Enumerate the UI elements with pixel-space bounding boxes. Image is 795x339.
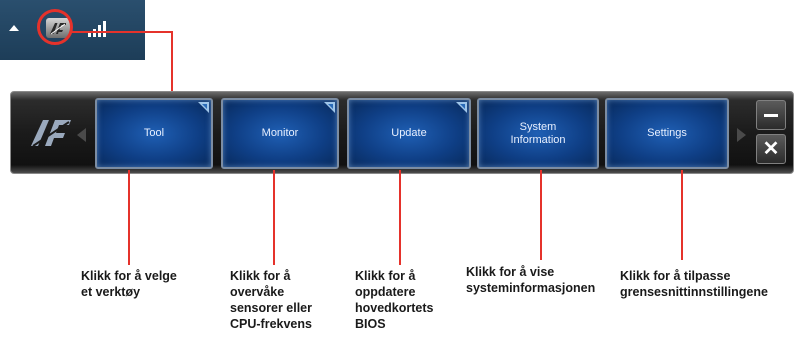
highlight-circle bbox=[37, 9, 73, 45]
corner-marker-icon bbox=[456, 102, 467, 113]
ai-suite-toolbar: Tool Monitor Update System Information S… bbox=[10, 91, 794, 174]
callout-line-tool bbox=[128, 170, 130, 265]
signal-icon bbox=[88, 19, 110, 37]
close-icon: ✕ bbox=[762, 138, 780, 160]
ai-suite-logo-icon bbox=[31, 120, 71, 147]
monitor-button-label: Monitor bbox=[261, 127, 299, 139]
callout-line-tray-horizontal bbox=[72, 31, 172, 33]
settings-button[interactable]: Settings bbox=[605, 98, 729, 169]
tool-button[interactable]: Tool bbox=[95, 98, 213, 169]
caption-settings: Klikk for å tilpasse grensesnittinnstill… bbox=[620, 269, 768, 299]
caption-tool: Klikk for å velge et verktøy bbox=[81, 269, 177, 299]
callout-line-update bbox=[399, 170, 401, 265]
callout-line-tray-vertical bbox=[171, 31, 173, 91]
settings-button-label: Settings bbox=[647, 127, 687, 139]
tool-button-label: Tool bbox=[143, 127, 165, 139]
scroll-left-arrow-icon[interactable] bbox=[77, 128, 86, 142]
monitor-button[interactable]: Monitor bbox=[221, 98, 339, 169]
corner-marker-icon bbox=[324, 102, 335, 113]
system-tray bbox=[0, 0, 145, 60]
system-information-button[interactable]: System Information bbox=[477, 98, 599, 169]
update-button[interactable]: Update bbox=[347, 98, 471, 169]
system-information-button-label: System Information bbox=[510, 120, 566, 146]
close-button[interactable]: ✕ bbox=[756, 134, 786, 164]
caption-update: Klikk for å oppdatere hovedkortets BIOS bbox=[355, 269, 434, 331]
caption-monitor: Klikk for å overvåke sensorer eller CPU-… bbox=[230, 269, 312, 331]
callout-line-system-information bbox=[540, 170, 542, 260]
minimize-button[interactable] bbox=[756, 100, 786, 130]
tray-expand-arrow-icon[interactable] bbox=[9, 25, 19, 31]
caption-system-information: Klikk for å vise systeminformasjonen bbox=[466, 265, 596, 295]
callout-line-monitor bbox=[273, 170, 275, 265]
callout-line-settings bbox=[681, 170, 683, 260]
update-button-label: Update bbox=[391, 127, 427, 139]
corner-marker-icon bbox=[198, 102, 209, 113]
scroll-right-arrow-icon[interactable] bbox=[737, 128, 746, 142]
minimize-icon bbox=[764, 113, 778, 117]
